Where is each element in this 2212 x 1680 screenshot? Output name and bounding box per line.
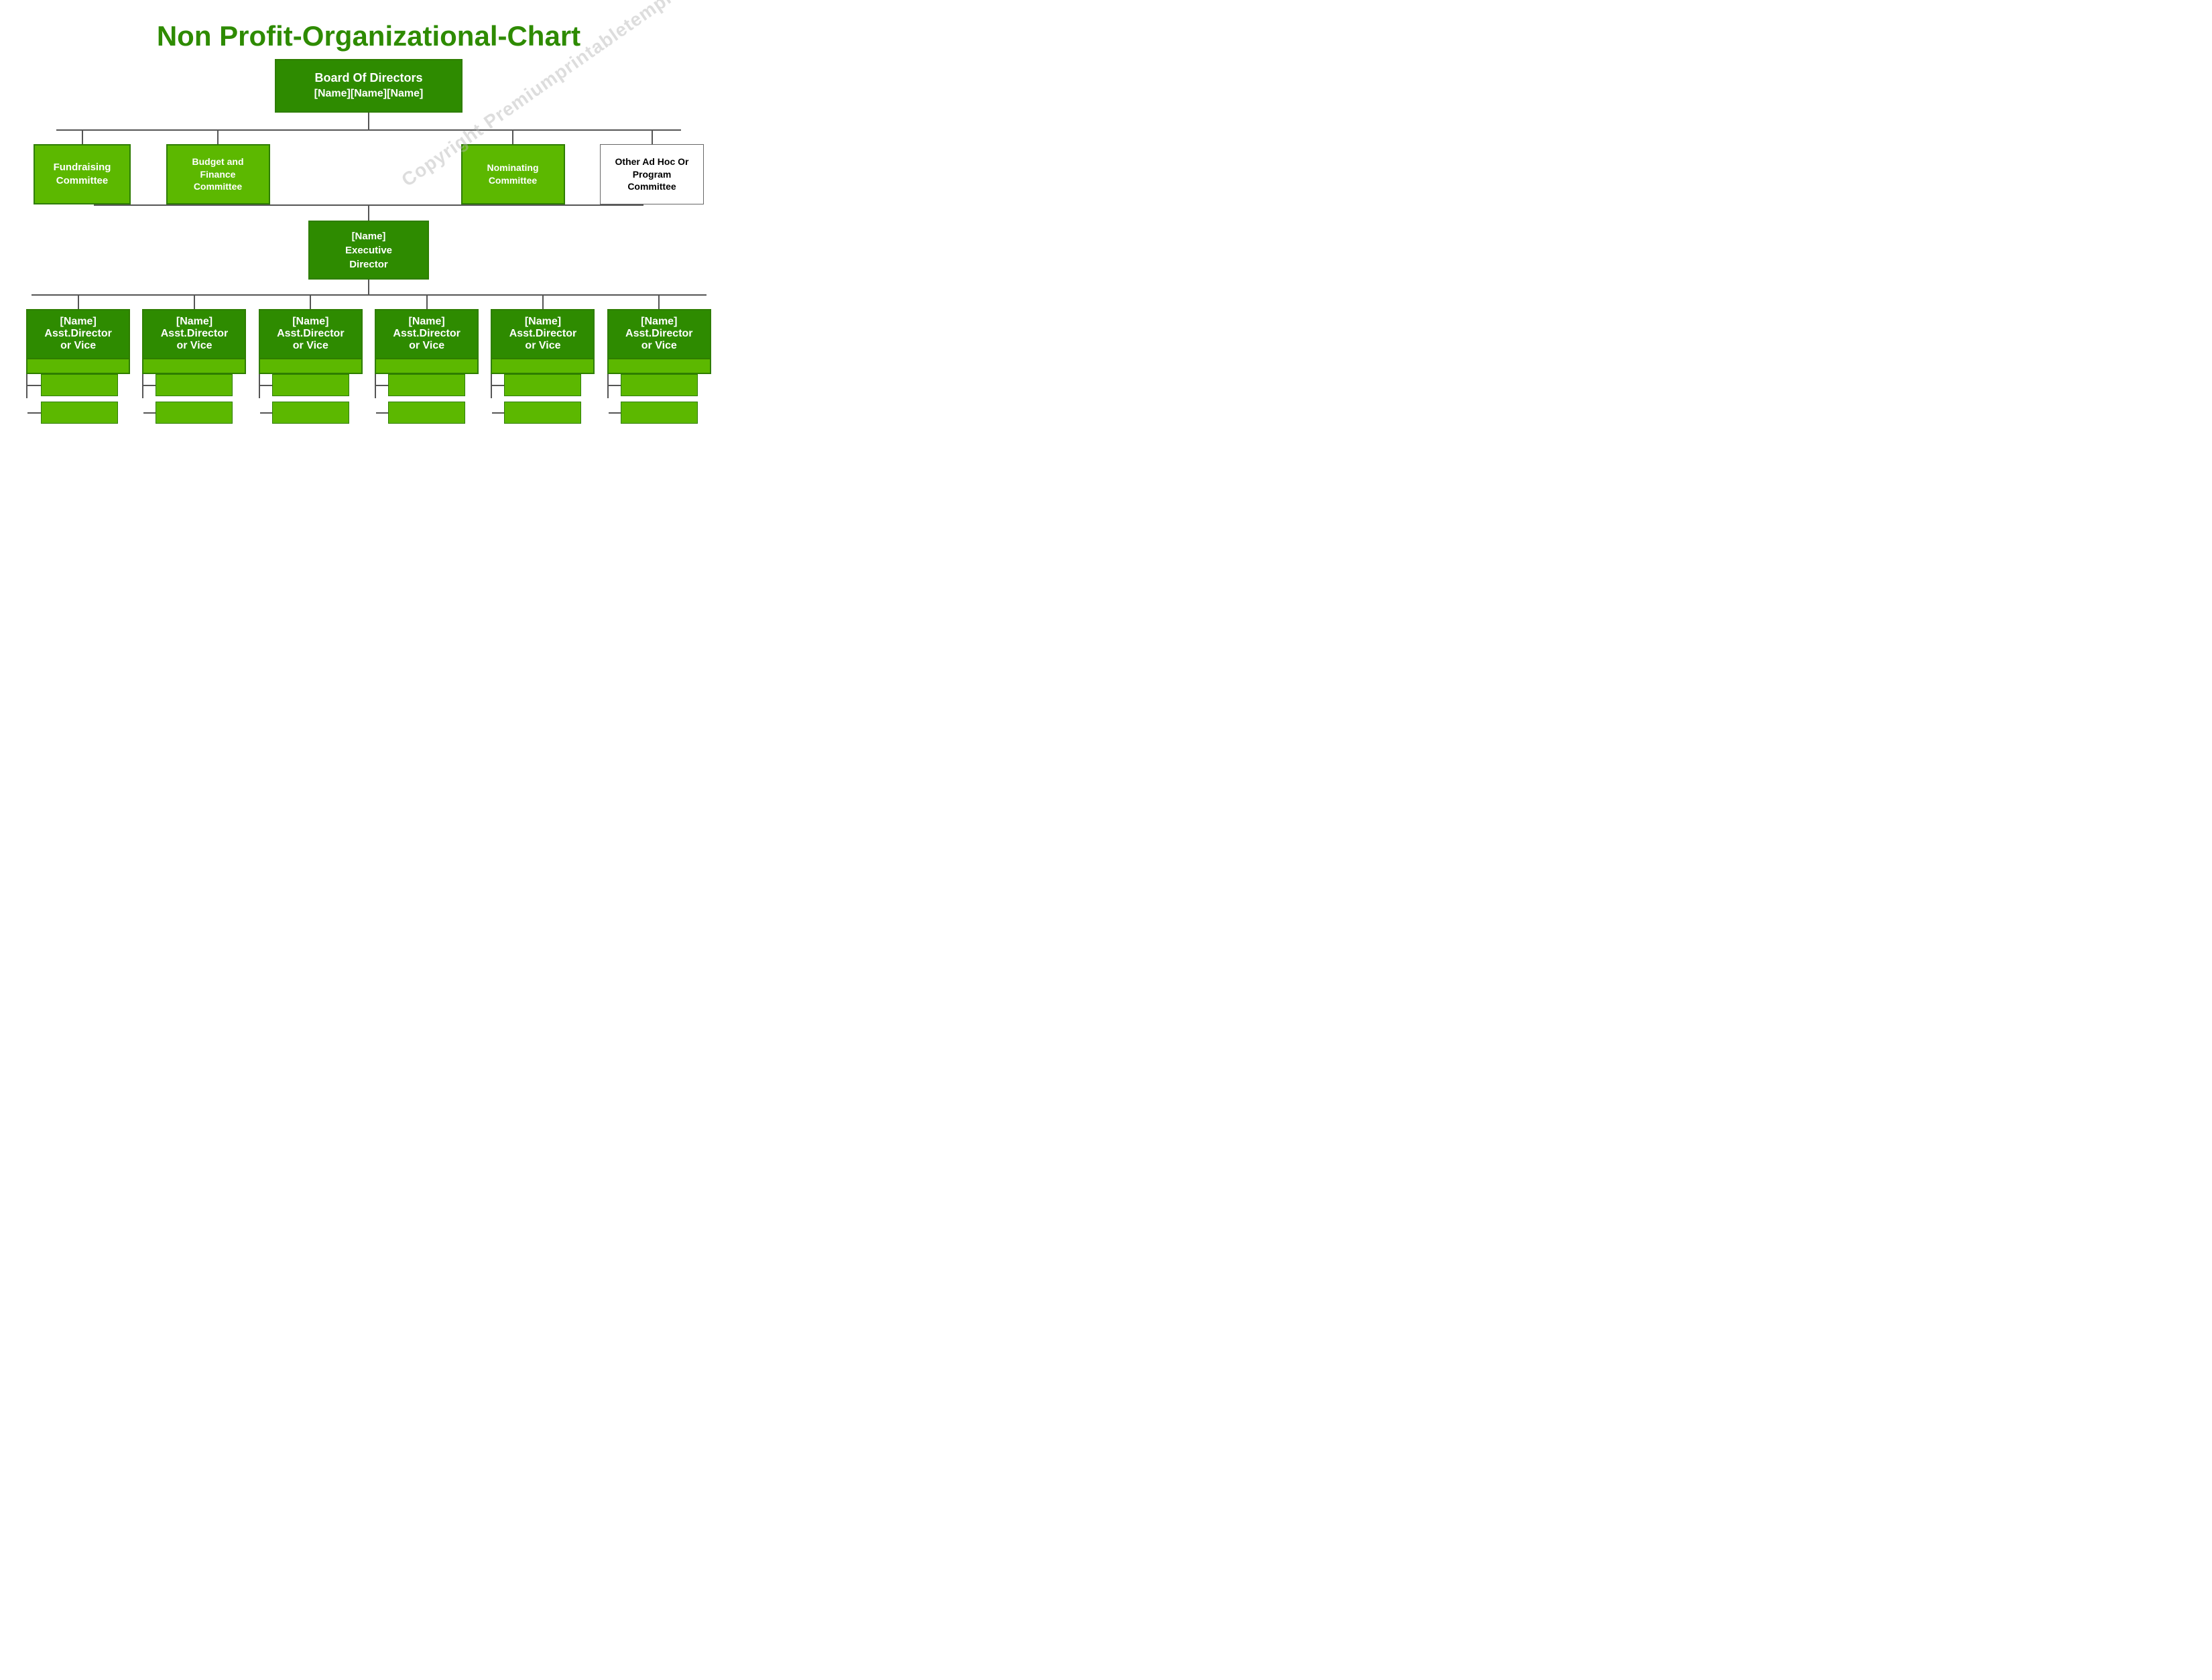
sub-box-1b [41,402,118,424]
fundraising-col: FundraisingCommittee [34,131,131,204]
asst-box-5-bottom [491,359,595,374]
asst-box-3: [Name]Asst.Directoror Vice [259,309,363,359]
sub-box-3b [272,402,349,424]
asst-col-6: [Name]Asst.Directoror Vice [607,296,711,424]
connector-asst2 [194,296,195,309]
asst-box-6-bottom [607,359,711,374]
committees-row: FundraisingCommittee Budget andFinanceCo… [13,131,724,204]
adhoc-committee-box: Other Ad Hoc OrProgramCommittee [600,144,704,204]
level4-row: [Name]Asst.Directoror Vice [13,296,724,424]
nominating-committee-box: NominatingCommittee [461,144,565,204]
asst-box-2-bottom [142,359,246,374]
org-chart: Board Of Directors [Name][Name][Name] Fu… [13,59,724,424]
exec-hline [94,204,644,206]
sub-box-6a [621,374,698,396]
asst-box-4: [Name]Asst.Directoror Vice [375,309,479,359]
sub-box-4a [388,374,465,396]
nominating-col: NominatingCommittee [461,131,565,204]
sub-items-4 [375,374,479,424]
asst-box-1-bottom [26,359,130,374]
connector-board-down [368,113,369,129]
sub-items-3 [259,374,363,424]
asst-col-5: [Name]Asst.Directoror Vice [491,296,595,424]
board-line1: Board Of Directors [314,70,424,86]
budget-committee-box: Budget andFinanceCommittee [166,144,270,204]
executive-director-box: [Name]ExecutiveDirector [308,221,429,280]
sub-items-1 [26,374,130,424]
asst-box-1: [Name]Asst.Directoror Vice [26,309,130,359]
asst-box-6: [Name]Asst.Directoror Vice [607,309,711,359]
asst-col-3: [Name]Asst.Directoror Vice [258,296,363,424]
connector-asst1 [78,296,79,309]
sub-box-4b [388,402,465,424]
asst-box-5: [Name]Asst.Directoror Vice [491,309,595,359]
asst-col-2: [Name]Asst.Directoror Vice [142,296,247,424]
board-of-directors-box: Board Of Directors [Name][Name][Name] [275,59,463,113]
connector-level4 [368,280,369,294]
connector-asst3 [310,296,311,309]
asst-col-4: [Name]Asst.Directoror Vice [375,296,479,424]
fundraising-committee-box: FundraisingCommittee [34,144,131,204]
sub-box-6b [621,402,698,424]
connector-exec [368,206,369,221]
asst-col-1: [Name]Asst.Directoror Vice [26,296,131,424]
exec-row: [Name]ExecutiveDirector [308,221,429,280]
budget-col: Budget andFinanceCommittee [166,131,270,204]
connector-asst6 [658,296,660,309]
sub-items-2 [142,374,246,424]
sub-item-1a [26,374,118,424]
level1-row: Board Of Directors [Name][Name][Name] [275,59,463,113]
asst-box-4-bottom [375,359,479,374]
level2-wrapper: FundraisingCommittee Budget andFinanceCo… [13,129,724,204]
board-line2: [Name][Name][Name] [314,86,424,101]
sub-box-2b [156,402,233,424]
sub-box-5a [504,374,581,396]
connector-asst5 [542,296,544,309]
sub-items-6 [607,374,711,424]
sub-box-1a [41,374,118,396]
exec-hline-row [56,204,682,206]
page-title: Non Profit-Organizational-Chart [13,13,724,52]
sub-box-5b [504,402,581,424]
sub-box-3a [272,374,349,396]
connector-asst4 [426,296,428,309]
adhoc-col: Other Ad Hoc OrProgramCommittee [600,131,704,204]
sub-items-5 [491,374,595,424]
asst-box-3-bottom [259,359,363,374]
asst-box-2: [Name]Asst.Directoror Vice [142,309,246,359]
connector-nominating [512,131,513,144]
connector-fundraising [82,131,83,144]
connector-adhoc [652,131,653,144]
sub-box-2a [156,374,233,396]
connector-budget [217,131,219,144]
